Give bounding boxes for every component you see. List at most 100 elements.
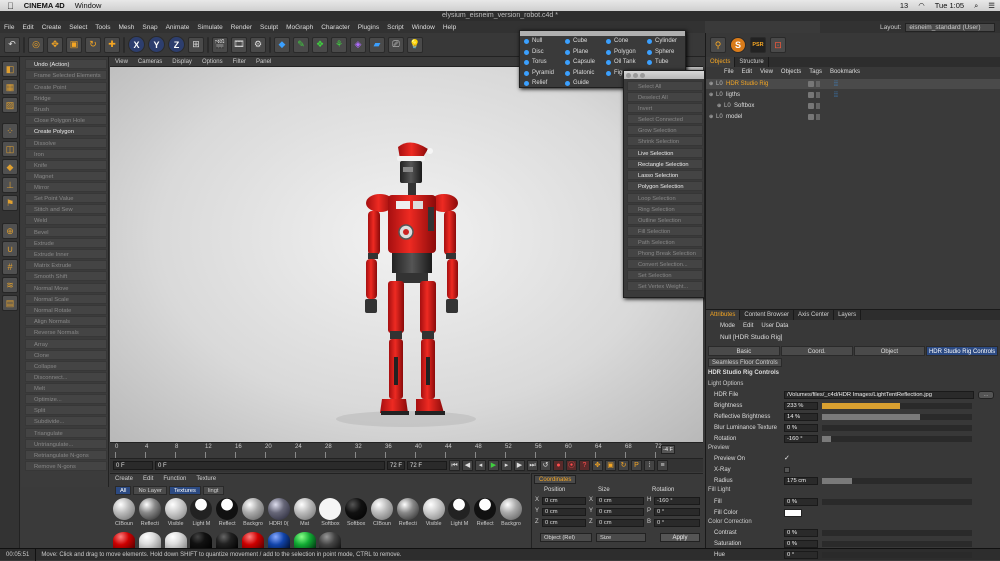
command-item[interactable]: Disconnect... — [25, 372, 107, 382]
material-swatch[interactable]: Reflecti — [138, 498, 162, 532]
viewport-menu-cameras[interactable]: Cameras — [133, 59, 167, 65]
tweak-mode-icon[interactable]: ⚑ — [2, 195, 18, 211]
blur-slider[interactable] — [822, 425, 972, 431]
material-swatch[interactable]: Light M — [189, 498, 213, 532]
primitive-item[interactable]: Torus — [522, 57, 547, 67]
menu-simulate[interactable]: Simulate — [193, 24, 226, 31]
object-menu-tags[interactable]: Tags — [805, 69, 826, 75]
render-settings-icon[interactable]: ⚙ — [250, 36, 266, 53]
command-item[interactable]: Subdivide... — [25, 416, 107, 426]
command-item[interactable]: Iron — [25, 149, 107, 159]
radius-field[interactable]: 175 cm — [784, 477, 818, 485]
material-swatch[interactable]: Visible — [164, 498, 188, 532]
visibility-dots[interactable] — [808, 103, 814, 109]
goto-start-icon[interactable]: ⏮ — [449, 460, 460, 471]
primitive-item[interactable]: Oil Tank — [604, 57, 636, 67]
next-key-icon[interactable]: ▶ — [514, 460, 525, 471]
fill-slider[interactable] — [822, 499, 972, 505]
subtab[interactable]: Object — [853, 346, 926, 356]
tab-layers[interactable]: Layers — [834, 310, 862, 320]
select-menu-item[interactable]: Loop Selection — [627, 193, 703, 203]
menu-edit[interactable]: Edit — [18, 24, 37, 31]
rotation-field[interactable]: 0 ° — [654, 508, 700, 516]
command-item[interactable]: Extrude Inner — [25, 249, 107, 259]
subtab[interactable]: Coord. — [780, 346, 853, 356]
render-view-icon[interactable]: 🎬 — [212, 36, 228, 53]
material-swatch[interactable]: Light M — [447, 498, 471, 532]
primitive-item[interactable]: Relief — [522, 78, 547, 88]
select-menu-item[interactable]: Deselect All — [627, 92, 703, 102]
material-swatch[interactable]: Reflect — [215, 498, 239, 532]
material-swatch[interactable] — [215, 532, 239, 548]
zoom-icon[interactable] — [640, 72, 645, 78]
menu-animate[interactable]: Animate — [162, 24, 194, 31]
s-icon[interactable]: S — [730, 37, 746, 53]
close-icon[interactable] — [626, 72, 631, 78]
magnet-icon[interactable]: ∪ — [2, 241, 18, 257]
command-item[interactable]: Bevel — [25, 227, 107, 237]
select-menu-item[interactable]: Set Selection — [627, 270, 703, 280]
size-field[interactable]: 0 cm — [596, 508, 644, 516]
timeline-end-field[interactable]: -4 F — [661, 445, 675, 454]
fill-field[interactable]: 0 % — [784, 498, 818, 506]
enable-check[interactable] — [816, 114, 820, 120]
select-menu-item[interactable]: Grow Selection — [627, 125, 703, 135]
menu-help[interactable]: Help — [439, 24, 460, 31]
menu-file[interactable]: File — [0, 24, 18, 31]
command-item[interactable]: Weld — [25, 215, 107, 225]
command-item[interactable]: Mirror — [25, 182, 107, 192]
object-menu-bookmarks[interactable]: Bookmarks — [826, 69, 864, 75]
points-mode-icon[interactable]: ⁘ — [2, 123, 18, 139]
primitive-item[interactable]: Platonic — [563, 68, 594, 78]
menu-tools[interactable]: Tools — [91, 24, 114, 31]
model-mode-icon[interactable]: ◧ — [2, 61, 18, 77]
z-axis-toggle[interactable]: Z — [168, 36, 185, 53]
apply-button[interactable]: Apply — [660, 533, 700, 542]
object-menu-file[interactable]: File — [720, 69, 738, 75]
command-item[interactable]: Remove N-gons — [25, 461, 107, 471]
viewport-menu-display[interactable]: Display — [167, 59, 197, 65]
command-item[interactable]: Knife — [25, 160, 107, 170]
attribute-menu-mode[interactable]: Mode — [716, 323, 739, 329]
edges-mode-icon[interactable]: ◫ — [2, 141, 18, 157]
camera-icon[interactable]: ⎚ — [388, 36, 404, 53]
axis-mode-icon[interactable]: ⊥ — [2, 177, 18, 193]
menu-character[interactable]: Character — [317, 24, 354, 31]
keyframe-selection-icon[interactable]: ? — [579, 460, 590, 471]
menu-mesh[interactable]: Mesh — [114, 24, 138, 31]
select-menu-item[interactable]: Invert — [627, 103, 703, 113]
play-icon[interactable]: ▶ — [488, 460, 499, 471]
command-item[interactable]: Close Polygon Hole — [25, 115, 107, 125]
material-swatch[interactable] — [112, 532, 136, 548]
notification-icon[interactable]: ☰ — [983, 1, 1000, 10]
visibility-dots[interactable] — [808, 81, 814, 87]
menu-plugins[interactable]: Plugins — [354, 24, 383, 31]
radius-slider[interactable] — [822, 478, 972, 484]
pen-icon[interactable]: ✎ — [293, 36, 309, 53]
viewport-menu-filter[interactable]: Filter — [228, 59, 251, 65]
command-item[interactable]: Stitch and Sew — [25, 204, 107, 214]
material-swatch[interactable]: Visible — [422, 498, 446, 532]
expand-icon[interactable]: ⊕ — [709, 90, 713, 100]
menu-sculpt[interactable]: Sculpt — [256, 24, 282, 31]
tag-icon[interactable]: ⁞⁞ — [834, 80, 838, 90]
object-menu-view[interactable]: View — [756, 69, 777, 75]
select-menu-item[interactable]: Polygon Selection — [627, 181, 703, 191]
command-item[interactable]: Normal Move — [25, 283, 107, 293]
command-item[interactable]: Create Polygon — [25, 126, 107, 136]
object-row[interactable]: ⊕ L0 Softbox — [706, 101, 1000, 111]
command-item[interactable]: Dissolve — [25, 138, 107, 148]
select-menu-item[interactable]: Live Selection — [627, 148, 703, 158]
command-item[interactable]: Undo (Action) — [25, 59, 107, 69]
menu-select[interactable]: Select — [65, 24, 91, 31]
start-frame-field[interactable]: 0 F — [113, 461, 153, 470]
layer-icon[interactable]: ▤ — [2, 295, 18, 311]
wifi-icon[interactable]: ◠ — [913, 1, 930, 10]
primitive-item[interactable]: Null — [522, 36, 542, 46]
material-menu-create[interactable]: Create — [110, 476, 138, 482]
menu-window[interactable]: Window — [408, 24, 439, 31]
primitive-item[interactable]: Plane — [563, 47, 588, 57]
size-field[interactable]: 0 cm — [596, 497, 644, 505]
subdivision-icon[interactable]: ❖ — [312, 36, 328, 53]
move-icon[interactable]: ✥ — [47, 36, 63, 53]
